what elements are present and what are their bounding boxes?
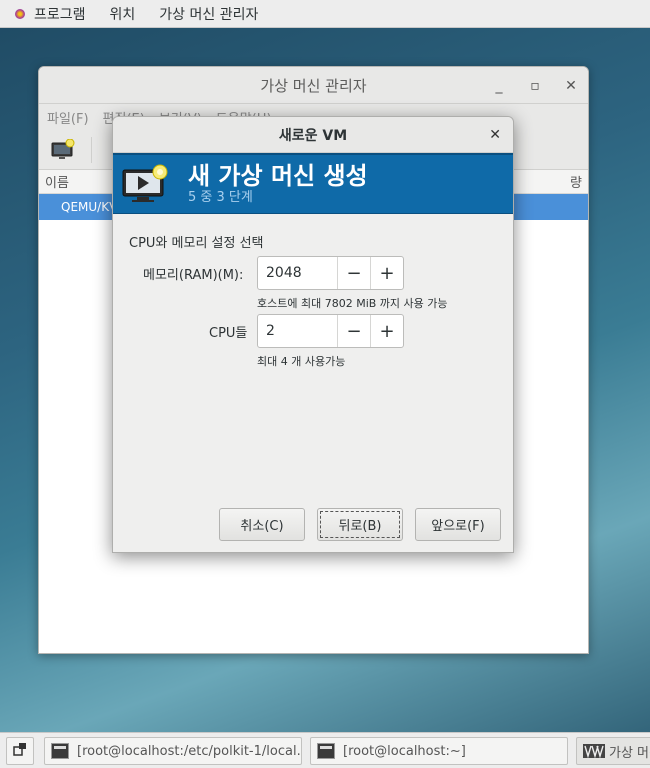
section-label: CPU와 메모리 설정 선택: [129, 236, 264, 251]
taskbar-terminal-1-label: [root@localhost:/etc/polkit-1/local…: [77, 743, 302, 759]
applications-icon: [12, 6, 28, 22]
dialog-title: 새로운 VM: [278, 127, 348, 144]
show-desktop-button[interactable]: [6, 737, 34, 765]
step-indicator: 5 중 3 단계: [188, 190, 253, 205]
column-name[interactable]: 이름: [45, 172, 69, 191]
terminal-icon: [51, 743, 69, 759]
minimize-icon[interactable]: _: [492, 78, 506, 94]
forward-button[interactable]: 앞으로(F): [415, 508, 501, 541]
close-icon[interactable]: ✕: [564, 78, 578, 94]
taskbar-vm-manager-label: 가상 머신 관리자: [609, 745, 650, 761]
column-usage[interactable]: 량: [570, 172, 582, 191]
memory-label: 메모리(RAM)(M):: [143, 268, 244, 283]
banner-title: 새 가상 머신 생성: [188, 162, 368, 190]
cpu-decrement-button[interactable]: −: [337, 315, 370, 347]
active-app-label: 가상 머신 관리자: [159, 6, 259, 23]
maximize-icon[interactable]: ▫: [528, 78, 542, 94]
memory-spinbox[interactable]: 2048 − +: [257, 256, 404, 290]
taskbar-terminal-1[interactable]: [root@localhost:/etc/polkit-1/local…: [44, 737, 302, 765]
memory-increment-button[interactable]: +: [370, 257, 403, 289]
taskbar-terminal-2-label: [root@localhost:~]: [343, 743, 466, 759]
applications-menu[interactable]: 프로그램: [0, 0, 98, 28]
memory-decrement-button[interactable]: −: [337, 257, 370, 289]
vm-manager-titlebar[interactable]: 가상 머신 관리자 _ ▫ ✕: [39, 67, 588, 104]
dialog-close-icon[interactable]: ✕: [489, 127, 501, 143]
places-menu[interactable]: 위치: [98, 0, 148, 28]
taskbar-terminal-2[interactable]: [root@localhost:~]: [310, 737, 568, 765]
menu-file[interactable]: 파일(F): [47, 108, 89, 127]
active-app-menu[interactable]: 가상 머신 관리자: [147, 0, 270, 28]
new-vm-dialog: 새로운 VM ✕ 새 가상 머신 생성 5 중 3 단계 CPU와 메모리 설정…: [112, 116, 514, 553]
cpu-spinbox[interactable]: 2 − +: [257, 314, 404, 348]
cpu-label: CPU들: [209, 326, 248, 341]
terminal-icon: [317, 743, 335, 759]
bottom-taskbar: [root@localhost:/etc/polkit-1/local… [ro…: [0, 732, 650, 768]
cpu-increment-button[interactable]: +: [370, 315, 403, 347]
toolbar-separator: [91, 136, 92, 163]
places-label: 위치: [109, 6, 136, 23]
wizard-banner: 새 가상 머신 생성 5 중 3 단계: [113, 153, 513, 214]
vm-manager-icon: [583, 744, 605, 758]
cpu-hint: 최대 4 개 사용가능: [257, 355, 346, 368]
cpu-input[interactable]: 2: [258, 315, 337, 347]
taskbar-vm-manager[interactable]: 가상 머신 관리자: [576, 737, 650, 765]
new-vm-icon[interactable]: [51, 138, 75, 161]
show-desktop-icon: [13, 742, 27, 760]
memory-hint: 호스트에 최대 7802 MiB 까지 사용 가능: [257, 297, 448, 310]
vm-manager-title: 가상 머신 관리자: [260, 76, 367, 95]
memory-input[interactable]: 2048: [258, 257, 337, 289]
cancel-button[interactable]: 취소(C): [219, 508, 305, 541]
new-vm-monitor-icon: [122, 164, 168, 204]
top-panel: 프로그램 위치 가상 머신 관리자: [0, 0, 650, 28]
dialog-titlebar[interactable]: 새로운 VM ✕: [113, 117, 513, 153]
back-button[interactable]: 뒤로(B): [317, 508, 403, 541]
applications-label: 프로그램: [34, 6, 86, 23]
